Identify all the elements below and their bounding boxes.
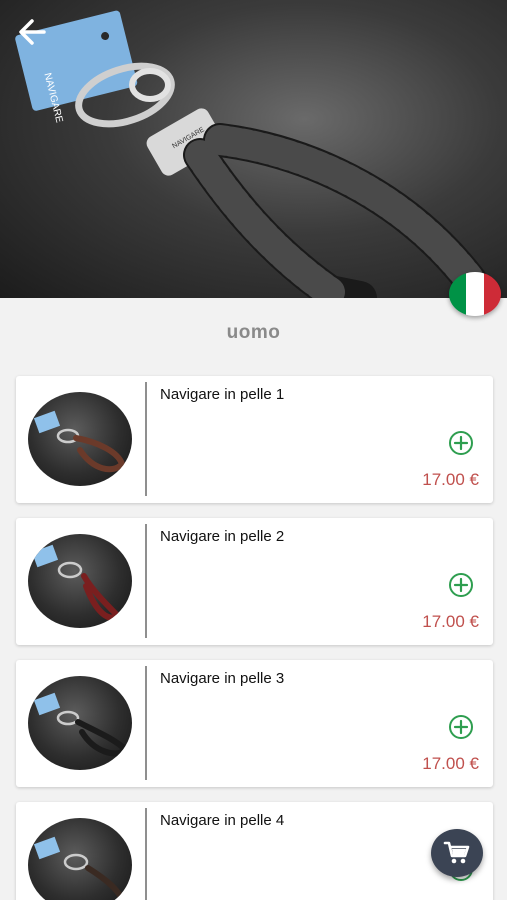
- add-to-cart-button[interactable]: [448, 714, 474, 740]
- product-name: Navigare in pelle 3: [160, 670, 285, 687]
- product-price: 17.00 €: [422, 470, 479, 489]
- language-flag-button[interactable]: [449, 272, 501, 316]
- plus-circle-icon: [449, 431, 473, 455]
- product-price: 17.00 €: [422, 612, 479, 631]
- add-to-cart-button[interactable]: [448, 430, 474, 456]
- plus-circle-icon: [449, 715, 473, 739]
- product-image: [33, 692, 131, 757]
- category-title: uomo: [226, 322, 281, 343]
- product-card[interactable]: Navigare in pelle 4: [16, 802, 493, 900]
- shopping-cart-icon: [443, 841, 470, 864]
- keychain-photo: NAVIGARE NAVIGARE: [15, 10, 487, 298]
- card-divider: [145, 666, 147, 780]
- back-button[interactable]: [14, 14, 58, 58]
- arrow-left-icon: [19, 19, 46, 45]
- product-thumbnail: [28, 534, 132, 628]
- product-price: 17.00 €: [422, 754, 479, 773]
- cart-button[interactable]: [431, 829, 483, 877]
- plus-circle-icon: [449, 573, 473, 597]
- product-name: Navigare in pelle 1: [160, 386, 285, 403]
- product-thumbnail: [28, 818, 132, 900]
- product-thumbnail: [28, 392, 132, 486]
- product-card[interactable]: Navigare in pelle 3 17.00 €: [16, 660, 493, 787]
- product-image: [33, 836, 126, 900]
- product-image: [33, 410, 126, 473]
- add-to-cart-button[interactable]: [448, 572, 474, 598]
- product-card[interactable]: Navigare in pelle 1 17.00 €: [16, 376, 493, 503]
- product-card[interactable]: Navigare in pelle 2 17.00 €: [16, 518, 493, 645]
- card-divider: [145, 524, 147, 638]
- hero-product-image: NAVIGARE NAVIGARE: [0, 0, 507, 298]
- product-thumbnail: [28, 676, 132, 770]
- product-image: [31, 544, 123, 621]
- product-name: Navigare in pelle 2: [160, 528, 285, 545]
- product-name: Navigare in pelle 4: [160, 812, 285, 829]
- card-divider: [145, 382, 147, 496]
- card-divider: [145, 808, 147, 900]
